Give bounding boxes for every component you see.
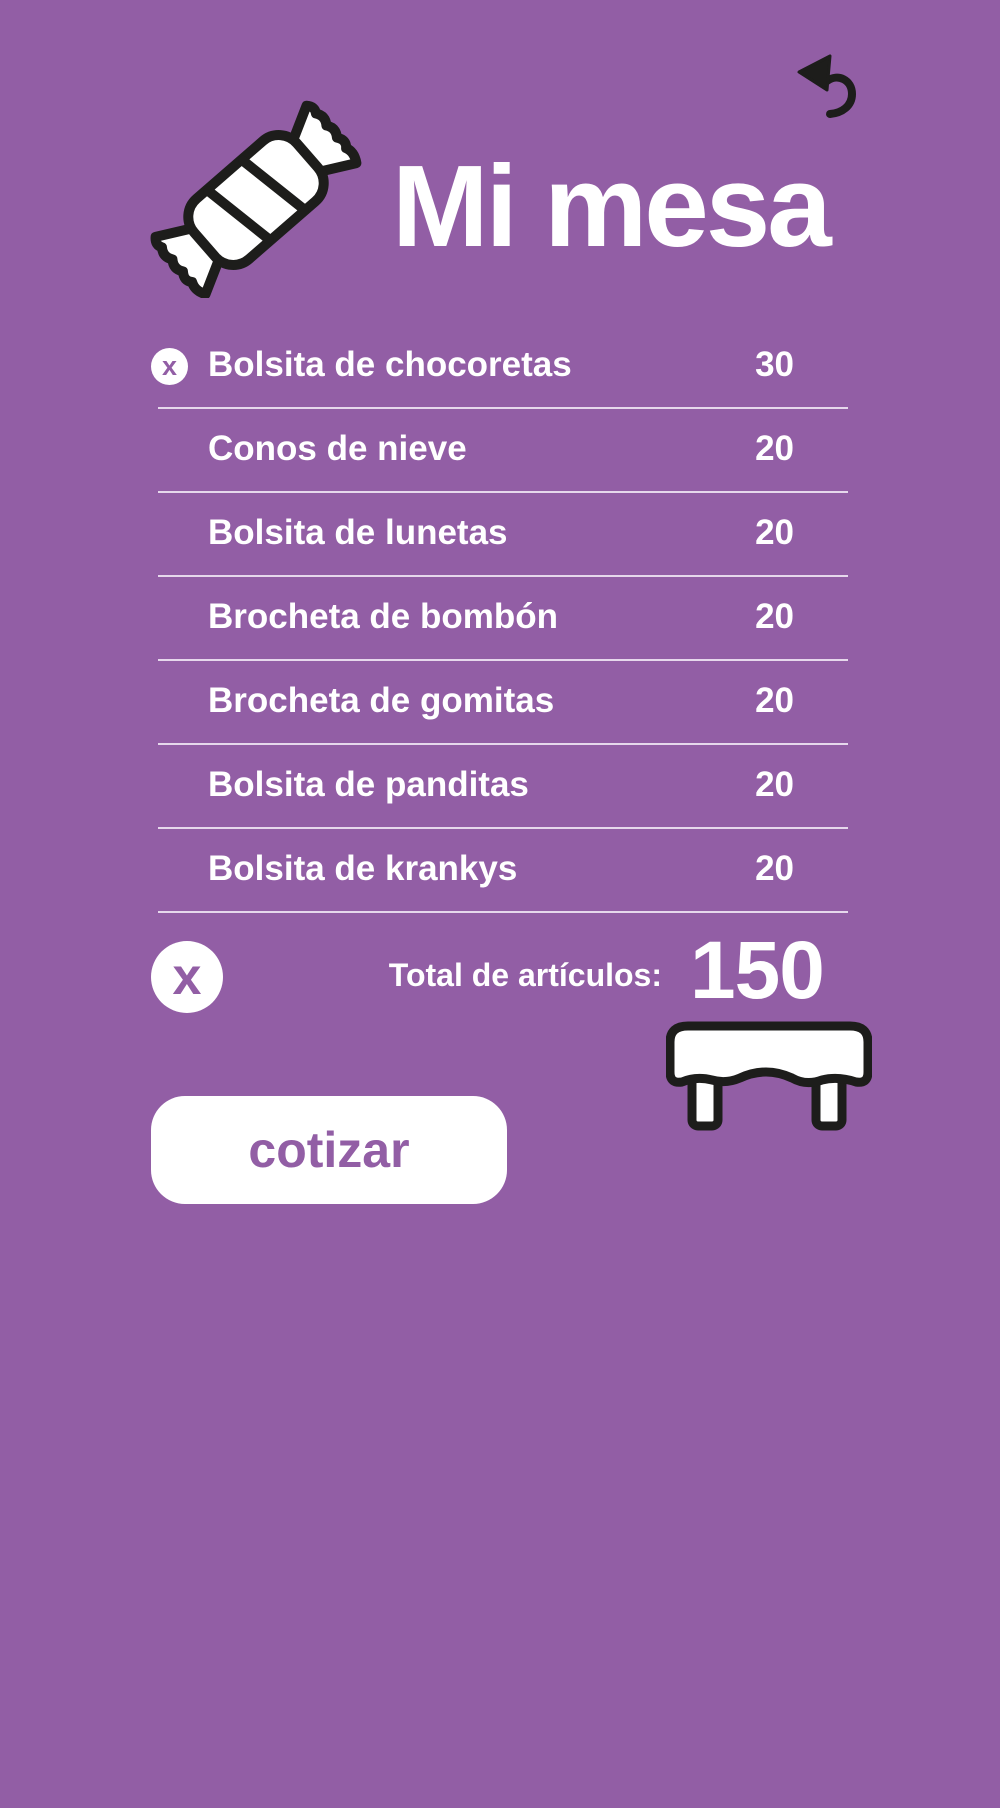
list-item: Conos de nieve 20: [158, 409, 848, 493]
item-quantity: 20: [755, 429, 794, 468]
table-icon: [666, 1021, 872, 1131]
item-quantity: 20: [755, 765, 794, 804]
list-item: Bolsita de lunetas 20: [158, 493, 848, 577]
quote-button[interactable]: cotizar: [151, 1096, 507, 1204]
item-name: Brocheta de bombón: [208, 597, 559, 636]
list-item: Brocheta de gomitas 20: [158, 661, 848, 745]
list-item: Bolsita de krankys 20: [158, 829, 848, 913]
list-item: Brocheta de bombón 20: [158, 577, 848, 661]
item-quantity: 20: [755, 681, 794, 720]
close-icon: x: [161, 351, 178, 381]
item-quantity: 30: [755, 345, 794, 384]
item-name: Bolsita de krankys: [208, 849, 518, 888]
list-item: x Bolsita de chocoretas 30: [151, 325, 848, 409]
close-icon: x: [172, 948, 202, 1006]
item-name: Bolsita de chocoretas: [208, 345, 572, 384]
item-name: Brocheta de gomitas: [208, 681, 555, 720]
candy-icon: [150, 100, 362, 298]
item-name: Bolsita de lunetas: [208, 513, 508, 552]
item-quantity: 20: [755, 513, 794, 552]
item-list: x Bolsita de chocoretas 30 Conos de nieve 20…: [151, 325, 848, 913]
remove-item-button[interactable]: x: [151, 348, 188, 385]
back-button[interactable]: [790, 50, 860, 124]
undo-arrow-icon: [797, 54, 857, 118]
page-title: Mi mesa: [392, 141, 832, 271]
item-quantity: 20: [755, 849, 794, 888]
total-value: 150: [690, 925, 825, 1016]
item-name: Conos de nieve: [208, 429, 467, 468]
item-quantity: 20: [755, 597, 794, 636]
list-item: Bolsita de panditas 20: [158, 745, 848, 829]
clear-all-button[interactable]: x: [151, 941, 223, 1013]
item-name: Bolsita de panditas: [208, 765, 529, 804]
total-label: Total de artículos:: [388, 957, 662, 993]
